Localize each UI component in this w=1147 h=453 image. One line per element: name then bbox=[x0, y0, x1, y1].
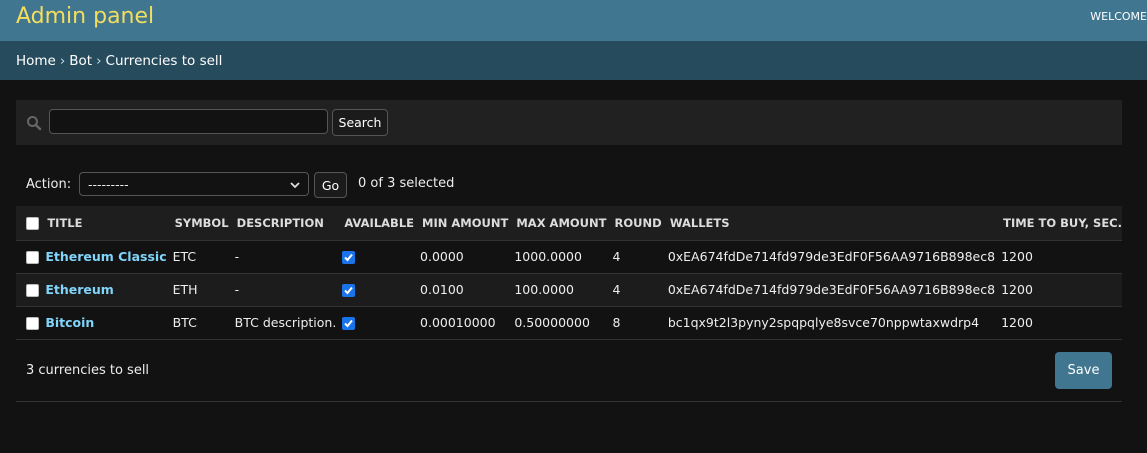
select-all-checkbox[interactable] bbox=[26, 216, 39, 230]
min-amount-cell: 0.0100 bbox=[414, 273, 509, 307]
chevron-down-icon bbox=[290, 178, 300, 189]
breadcrumb-home[interactable]: Home bbox=[16, 53, 56, 69]
row-select-cell bbox=[16, 273, 40, 307]
available-checkbox[interactable] bbox=[342, 251, 356, 264]
round-cell: 4 bbox=[606, 240, 662, 274]
description-cell: - bbox=[228, 273, 337, 307]
search-button[interactable]: Search bbox=[332, 109, 388, 136]
action-select-value: --------- bbox=[88, 177, 129, 192]
header-bar: Admin panel WELCOME bbox=[0, 0, 1147, 41]
column-round[interactable]: ROUND bbox=[606, 206, 662, 241]
table-row: Ethereum Classic ETC - 0.0000 1000.0000 … bbox=[16, 240, 1122, 274]
breadcrumb-separator: › bbox=[59, 53, 66, 69]
available-checkbox[interactable] bbox=[342, 284, 356, 297]
column-max-amount[interactable]: MAX AMOUNT bbox=[508, 206, 607, 241]
search-input[interactable] bbox=[49, 109, 328, 134]
description-cell: BTC description. bbox=[228, 306, 337, 340]
row-select-cell bbox=[16, 240, 40, 274]
row-checkbox[interactable] bbox=[26, 317, 39, 330]
symbol-cell: ETH bbox=[166, 273, 229, 307]
user-tools: WELCOME bbox=[1090, 10, 1147, 23]
currency-link[interactable]: Ethereum bbox=[45, 282, 113, 297]
max-amount-cell: 100.0000 bbox=[508, 273, 607, 307]
available-cell bbox=[336, 240, 415, 274]
column-description[interactable]: DESCRIPTION bbox=[228, 206, 337, 241]
wallets-cell: bc1qx9t2l3pyny2spqpqlye8svce70nppwtaxwdr… bbox=[661, 306, 996, 340]
currency-link[interactable]: Ethereum Classic bbox=[45, 249, 166, 264]
min-amount-cell: 0.0000 bbox=[414, 240, 509, 274]
column-title[interactable]: TITLE bbox=[39, 206, 167, 241]
breadcrumb-separator: › bbox=[96, 53, 102, 69]
column-symbol[interactable]: SYMBOL bbox=[166, 206, 229, 241]
paginator: 3 currencies to sell bbox=[26, 363, 150, 378]
available-cell bbox=[336, 306, 415, 340]
breadcrumb: Home › Bot › Currencies to sell bbox=[0, 41, 1147, 80]
description-cell: - bbox=[228, 240, 337, 274]
row-checkbox[interactable] bbox=[26, 284, 39, 297]
max-amount-cell: 1000.0000 bbox=[508, 240, 607, 274]
round-cell: 4 bbox=[606, 273, 662, 307]
round-cell: 8 bbox=[606, 306, 662, 340]
time-cell: 1200 bbox=[995, 306, 1122, 340]
wallets-cell: 0xEA674fdDe714fd979de3EdF0F56AA9716B898e… bbox=[661, 273, 996, 307]
available-checkbox[interactable] bbox=[342, 317, 356, 330]
min-amount-cell: 0.00010000 bbox=[414, 306, 509, 340]
submit-row: 3 currencies to sell Save bbox=[16, 340, 1122, 402]
search-toolbar: Search bbox=[16, 100, 1122, 145]
breadcrumb-current: Currencies to sell bbox=[105, 53, 223, 69]
actions-bar: Action: --------- Go 0 of 3 selected bbox=[16, 165, 1122, 205]
column-min-amount[interactable]: MIN AMOUNT bbox=[414, 206, 509, 241]
title-cell: Ethereum bbox=[39, 273, 167, 307]
row-select-cell bbox=[16, 306, 40, 340]
time-cell: 1200 bbox=[995, 273, 1122, 307]
table-row: Ethereum ETH - 0.0100 100.0000 4 0xEA674… bbox=[16, 273, 1122, 307]
column-available[interactable]: AVAILABLE bbox=[336, 206, 415, 241]
time-cell: 1200 bbox=[995, 240, 1122, 274]
row-checkbox[interactable] bbox=[26, 251, 39, 264]
available-cell bbox=[336, 273, 415, 307]
column-time-to-buy[interactable]: TIME TO BUY, SEC. bbox=[995, 206, 1122, 241]
save-button[interactable]: Save bbox=[1055, 352, 1112, 389]
column-wallets[interactable]: WALLETS bbox=[661, 206, 996, 241]
title-cell: Ethereum Classic bbox=[39, 240, 167, 274]
select-all-cell bbox=[16, 206, 40, 241]
result-table: TITLE SYMBOL DESCRIPTION AVAILABLE MIN A… bbox=[16, 206, 1122, 340]
go-button[interactable]: Go bbox=[314, 172, 347, 198]
selected-count: 0 of 3 selected bbox=[358, 176, 455, 191]
title-cell: Bitcoin bbox=[39, 306, 167, 340]
table-header-row: TITLE SYMBOL DESCRIPTION AVAILABLE MIN A… bbox=[16, 206, 1122, 241]
symbol-cell: ETC bbox=[166, 240, 229, 274]
breadcrumb-bot[interactable]: Bot bbox=[69, 53, 92, 69]
site-title[interactable]: Admin panel bbox=[16, 4, 154, 29]
table-row: Bitcoin BTC BTC description. 0.00010000 … bbox=[16, 306, 1122, 340]
max-amount-cell: 0.50000000 bbox=[508, 306, 607, 340]
wallets-cell: 0xEA674fdDe714fd979de3EdF0F56AA9716B898e… bbox=[661, 240, 996, 274]
action-select[interactable]: --------- bbox=[79, 172, 309, 196]
search-icon bbox=[26, 115, 42, 131]
action-label: Action: bbox=[26, 177, 72, 192]
symbol-cell: BTC bbox=[166, 306, 229, 340]
currency-link[interactable]: Bitcoin bbox=[45, 315, 94, 330]
